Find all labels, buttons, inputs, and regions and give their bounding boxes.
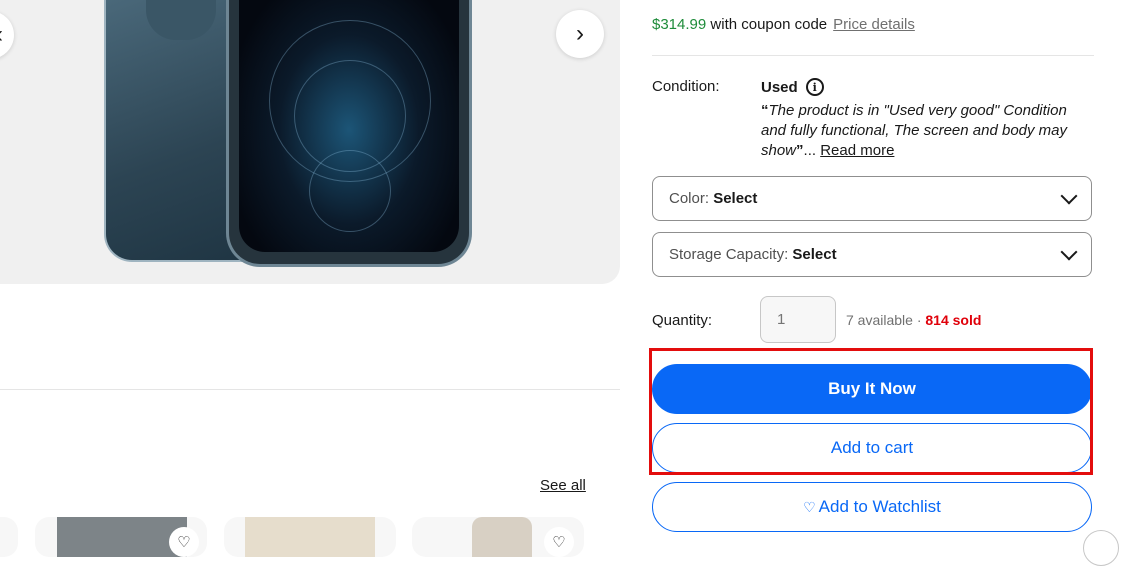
similar-item-image <box>245 517 375 557</box>
coupon-price: $314.99 <box>652 16 707 33</box>
quote-open: “ <box>761 102 769 119</box>
info-icon[interactable]: i <box>805 78 824 96</box>
product-image-front <box>226 0 472 267</box>
similar-item-image <box>57 517 187 557</box>
add-to-watchlist-button[interactable]: ♡ Add to Watchlist <box>652 482 1092 532</box>
chevron-right-icon: › <box>576 20 584 47</box>
camera-bump <box>146 0 216 40</box>
select-value: Select <box>792 246 837 263</box>
chevron-left-icon: ‹ <box>0 21 3 49</box>
see-all-link[interactable]: See all <box>540 477 586 494</box>
coupon-line: $314.99 with coupon code Price details <box>652 16 915 33</box>
highlight-box <box>649 348 1093 475</box>
condition-text: Used <box>761 78 798 96</box>
similar-item-card[interactable]: ♡ <box>35 517 207 557</box>
chevron-down-icon <box>1060 187 1078 204</box>
heart-icon[interactable]: ♡ <box>544 527 574 557</box>
select-label: Storage Capacity: <box>669 246 793 263</box>
condition-value: Used i <box>761 78 824 96</box>
chevron-down-icon <box>1060 243 1078 260</box>
sold-count: 814 sold <box>925 312 982 328</box>
watchlist-label: Add to Watchlist <box>818 497 941 516</box>
availability-text: 7 available · 814 sold <box>846 312 981 328</box>
image-gallery[interactable] <box>0 0 620 284</box>
color-select[interactable]: Color: Select <box>652 176 1092 221</box>
quote-close: ” <box>796 142 804 159</box>
heart-glyph: ♡ <box>552 534 566 551</box>
similar-item-card[interactable] <box>224 517 396 557</box>
read-more-link[interactable]: Read more <box>820 142 894 159</box>
heart-glyph: ♡ <box>177 534 191 551</box>
divider <box>0 389 620 390</box>
similar-item-card[interactable] <box>0 517 18 557</box>
gallery-next-button[interactable]: › <box>556 10 604 58</box>
price-details-link[interactable]: Price details <box>833 16 915 33</box>
storage-capacity-select[interactable]: Storage Capacity: Select <box>652 232 1092 277</box>
heart-icon: ♡ <box>803 498 816 515</box>
phone-screen <box>239 0 459 252</box>
similar-item-image <box>472 517 532 557</box>
scroll-button[interactable] <box>1083 530 1119 566</box>
select-label: Color: <box>669 190 714 207</box>
similar-item-card[interactable]: ♡ <box>412 517 584 557</box>
ellipsis: ... <box>803 142 817 159</box>
divider <box>652 55 1094 56</box>
condition-label: Condition: <box>652 78 720 95</box>
wallpaper-ring <box>309 150 391 232</box>
available-count: 7 available · <box>846 312 926 328</box>
quantity-label: Quantity: <box>652 312 713 329</box>
coupon-text: with coupon code <box>706 16 828 33</box>
condition-description: “The product is in "Used very good" Cond… <box>761 101 1091 161</box>
select-value: Select <box>713 190 758 207</box>
heart-icon[interactable]: ♡ <box>169 527 199 557</box>
quantity-input[interactable] <box>760 296 836 343</box>
